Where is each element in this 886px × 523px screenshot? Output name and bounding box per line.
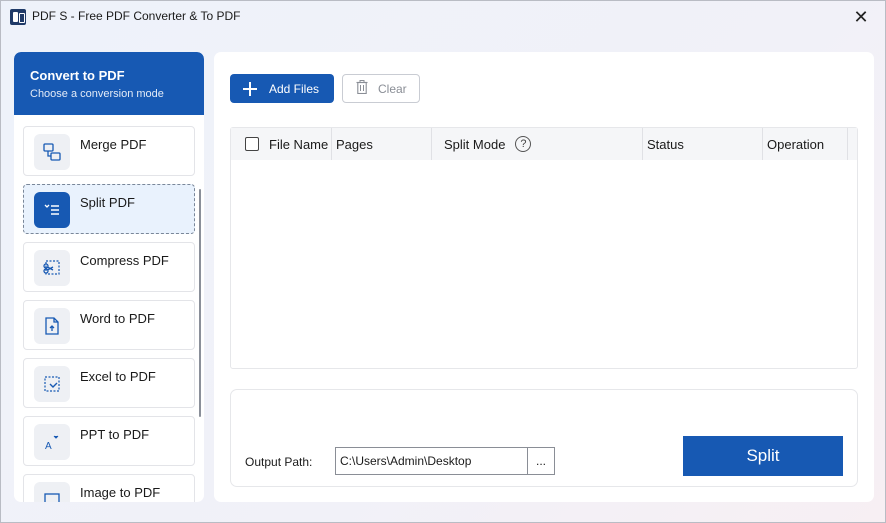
table-header: File Name Pages Split Mode ? Status Oper… <box>231 128 857 160</box>
sidebar-item-merge-pdf[interactable]: Merge PDF <box>23 126 195 176</box>
browse-button[interactable]: ... <box>527 447 555 475</box>
sidebar-item-excel-to-pdf[interactable]: Excel to PDF <box>23 358 195 408</box>
sidebar-item-label: Image to PDF <box>80 485 161 500</box>
sidebar-item-label: Compress PDF <box>80 253 169 268</box>
column-file-name: File Name <box>231 128 332 160</box>
column-label: Pages <box>336 136 373 152</box>
main-panel: Add Files Clear File Name Pages Split Mo… <box>214 52 874 502</box>
column-pages: Pages <box>332 128 432 160</box>
sidebar-scrollbar[interactable] <box>199 189 201 417</box>
output-panel: Output Path: ... Split <box>230 389 858 487</box>
file-table: File Name Pages Split Mode ? Status Oper… <box>230 127 858 369</box>
column-label: Status <box>647 136 684 152</box>
sidebar-subtitle: Choose a conversion mode <box>30 88 164 100</box>
sidebar-list: Merge PDF Split PDF Compress PDF Word to… <box>23 126 195 502</box>
sidebar-item-label: Merge PDF <box>80 137 147 152</box>
help-icon[interactable]: ? <box>515 136 532 152</box>
excel-icon <box>34 366 70 402</box>
output-path-input[interactable] <box>335 447 527 475</box>
title-bar: PDF S - Free PDF Converter & To PDF ✕ <box>1 1 885 33</box>
plus-icon <box>243 81 257 96</box>
sidebar-header: Convert to PDF Choose a conversion mode <box>14 52 204 115</box>
output-path-label: Output Path: <box>245 455 313 469</box>
app-window: PDF S - Free PDF Converter & To PDF ✕ Co… <box>0 0 886 523</box>
column-split-mode: Split Mode ? <box>432 128 643 160</box>
column-operation: Operation <box>763 128 848 160</box>
column-label: Split Mode <box>444 136 506 152</box>
sidebar-item-label: PPT to PDF <box>80 427 150 442</box>
ppt-icon: A <box>34 424 70 460</box>
svg-text:A: A <box>45 441 52 452</box>
sidebar-item-label: Excel to PDF <box>80 369 156 384</box>
window-title: PDF S - Free PDF Converter & To PDF <box>32 9 241 23</box>
sidebar-title: Convert to PDF <box>30 68 125 83</box>
sidebar: Convert to PDF Choose a conversion mode … <box>14 52 204 502</box>
word-icon <box>34 308 70 344</box>
clear-button[interactable]: Clear <box>342 74 420 103</box>
column-status: Status <box>643 128 763 160</box>
column-label: File Name <box>269 136 329 152</box>
compress-icon <box>34 250 70 286</box>
app-logo-icon <box>10 9 26 25</box>
clear-label: Clear <box>378 81 407 96</box>
sidebar-item-split-pdf[interactable]: Split PDF <box>23 184 195 234</box>
select-all-checkbox[interactable] <box>245 137 259 151</box>
close-button[interactable]: ✕ <box>841 3 881 31</box>
sidebar-item-ppt-to-pdf[interactable]: A PPT to PDF <box>23 416 195 466</box>
add-files-label: Add Files <box>269 81 320 96</box>
sidebar-item-image-to-pdf[interactable]: Image to PDF <box>23 474 195 502</box>
sidebar-item-label: Word to PDF <box>80 311 155 326</box>
add-files-button[interactable]: Add Files <box>230 74 334 103</box>
merge-icon <box>34 134 70 170</box>
sidebar-item-word-to-pdf[interactable]: Word to PDF <box>23 300 195 350</box>
image-icon <box>34 482 70 502</box>
trash-icon <box>356 80 368 97</box>
split-button[interactable]: Split <box>683 436 843 476</box>
sidebar-item-label: Split PDF <box>80 195 135 210</box>
sidebar-item-compress-pdf[interactable]: Compress PDF <box>23 242 195 292</box>
split-icon <box>34 192 70 228</box>
column-label: Operation <box>767 136 825 152</box>
